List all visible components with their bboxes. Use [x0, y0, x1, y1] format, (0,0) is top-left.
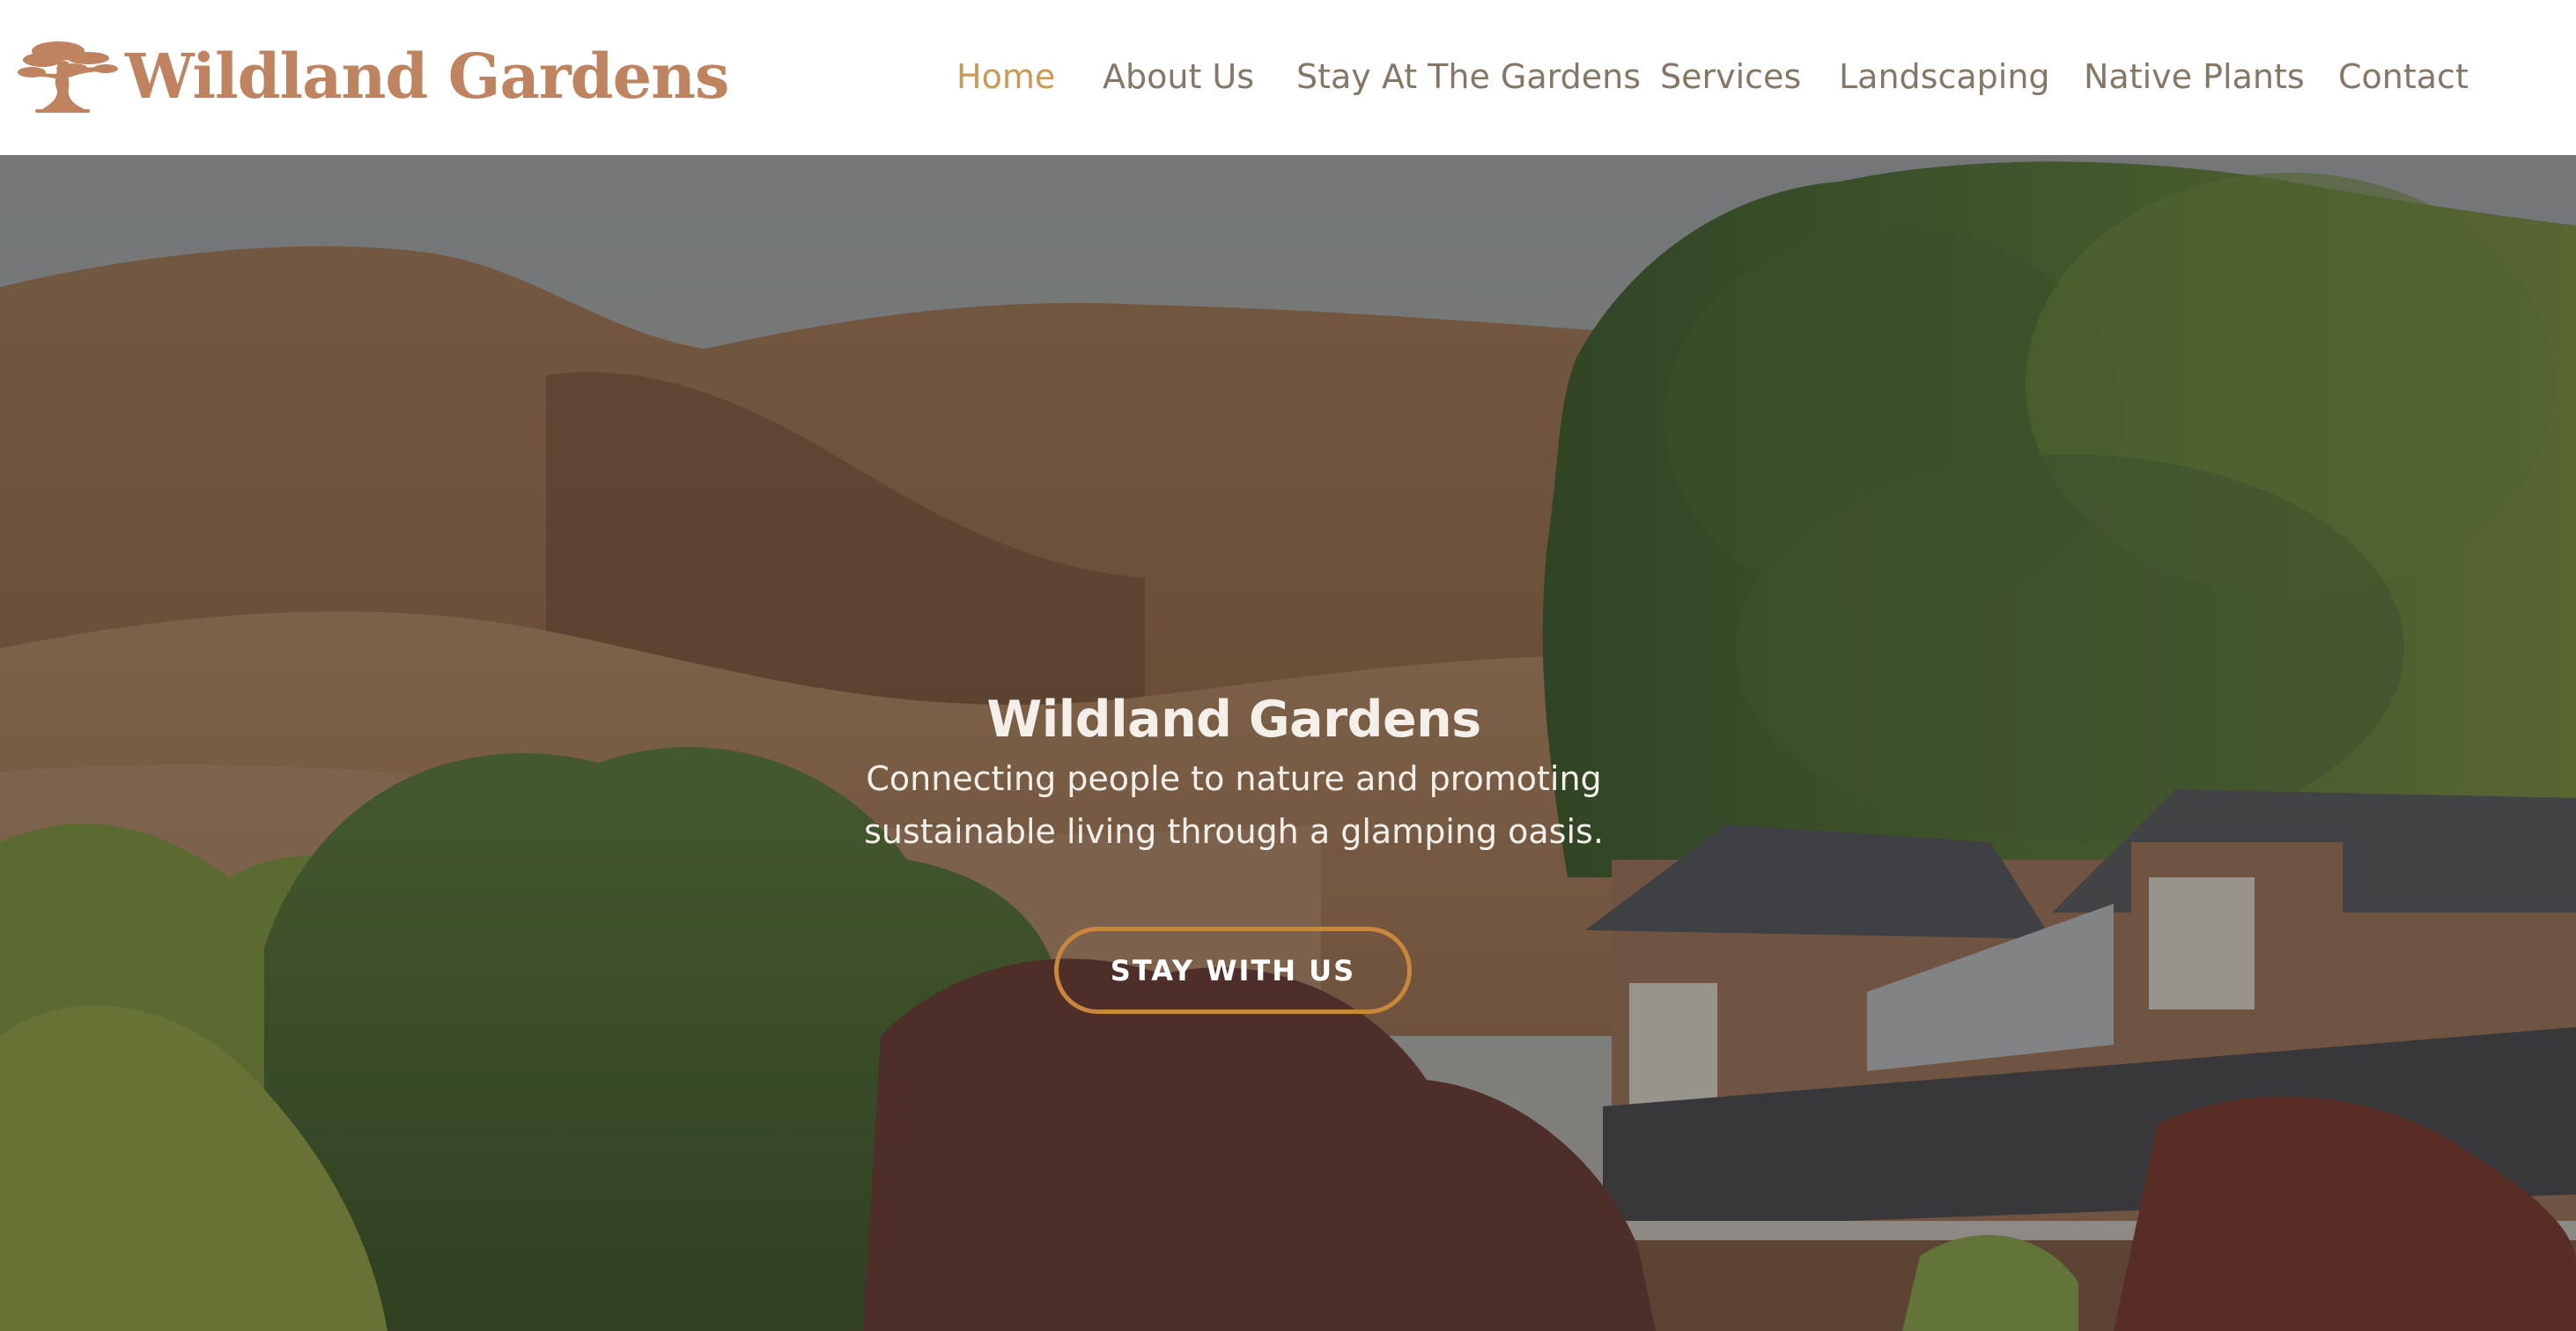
nav-item-about-us[interactable]: About Us — [1103, 55, 1254, 99]
nav-item-native-plants[interactable]: Native Plants — [2084, 55, 2305, 99]
main-navigation: Home About Us Stay At The Gardens Servic… — [0, 0, 2576, 155]
site-header: Wildland Gardens Home About Us Stay At T… — [0, 0, 2576, 155]
nav-item-contact[interactable]: Contact — [2338, 55, 2469, 99]
hero-section: Wildland Gardens Connecting people to na… — [0, 155, 2576, 1331]
nav-item-home[interactable]: Home — [956, 55, 1055, 99]
hero-subtitle: Connecting people to nature and promotin… — [864, 759, 1604, 851]
nav-item-stay-at-the-gardens[interactable]: Stay At The Gardens — [1296, 55, 1641, 99]
nav-item-landscaping[interactable]: Landscaping — [1839, 55, 2050, 99]
hero-title: Wildland Gardens — [986, 691, 1481, 749]
stay-with-us-button[interactable]: STAY WITH US — [1054, 927, 1412, 1014]
nav-item-services[interactable]: Services — [1660, 55, 1801, 99]
